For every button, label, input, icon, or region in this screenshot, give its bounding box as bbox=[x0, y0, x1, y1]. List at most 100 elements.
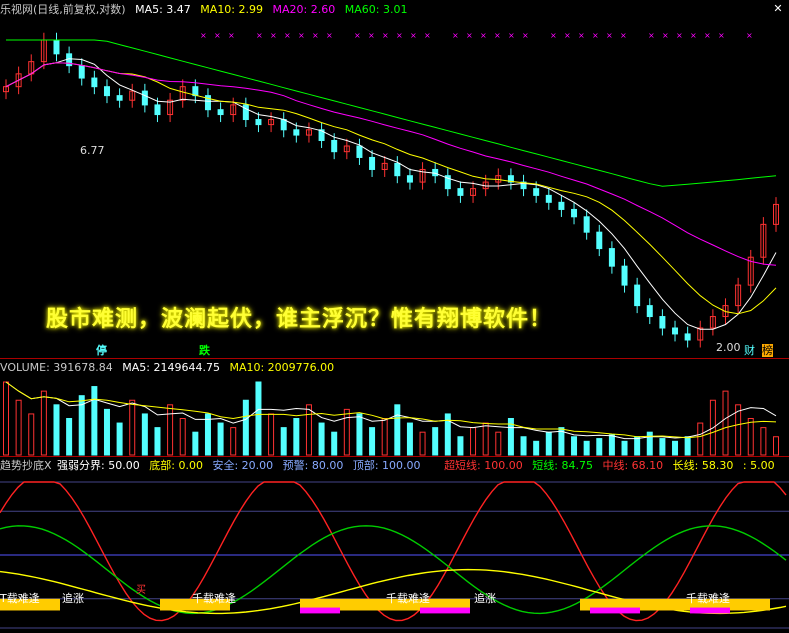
candle-body bbox=[583, 216, 590, 233]
candle-body bbox=[406, 175, 413, 183]
candle-body bbox=[154, 104, 161, 116]
volume-bar bbox=[154, 427, 161, 456]
volume-bar bbox=[596, 438, 603, 456]
volume-bar bbox=[293, 418, 300, 456]
signal-marker: × bbox=[718, 31, 725, 40]
candle-body bbox=[659, 316, 666, 329]
volume-bar bbox=[381, 418, 388, 456]
candle-body bbox=[533, 188, 540, 196]
signal-marker: × bbox=[410, 31, 417, 40]
high-price-label: 6.77 bbox=[80, 144, 105, 157]
candle-body bbox=[596, 231, 603, 250]
volume-bar bbox=[684, 436, 691, 456]
signal-marker: × bbox=[424, 31, 431, 40]
candle-body bbox=[78, 65, 85, 79]
stop-label: 停 bbox=[96, 344, 107, 357]
volume-bar bbox=[571, 436, 578, 456]
volume-bar bbox=[533, 440, 540, 456]
signal-marker: × bbox=[256, 31, 263, 40]
volume-bar bbox=[53, 404, 60, 456]
signal-marker: × bbox=[326, 31, 333, 40]
volume-bar bbox=[116, 422, 123, 456]
volume-bar bbox=[608, 434, 615, 456]
buy-label: 买 bbox=[136, 585, 146, 596]
volume-bar bbox=[318, 422, 325, 456]
candle-body bbox=[293, 129, 300, 136]
volume-bar bbox=[204, 413, 211, 456]
signal-marker: × bbox=[648, 31, 655, 40]
volume-bar bbox=[672, 440, 679, 456]
volume-bar bbox=[722, 390, 729, 456]
fall-label: 跌 bbox=[199, 344, 210, 357]
t-label-2: 千载难逢 bbox=[386, 592, 430, 605]
volume-bar bbox=[242, 399, 249, 456]
volume-bar bbox=[167, 404, 174, 456]
volume-bar bbox=[3, 381, 9, 456]
signal-marker: × bbox=[312, 31, 319, 40]
signal-marker: × bbox=[564, 31, 571, 40]
cai-label: 财 bbox=[744, 344, 755, 357]
volume-bar bbox=[331, 431, 338, 456]
signal-marker: × bbox=[200, 31, 207, 40]
volume-bar bbox=[129, 399, 136, 456]
dip-block bbox=[300, 607, 340, 614]
dip-block bbox=[590, 607, 640, 614]
candle-body bbox=[116, 95, 123, 101]
volume-bar bbox=[40, 390, 47, 456]
signal-marker: × bbox=[522, 31, 529, 40]
volume-bar bbox=[369, 427, 376, 456]
volume-bar bbox=[495, 431, 502, 456]
candle-body bbox=[242, 104, 249, 121]
candle-body bbox=[356, 145, 363, 158]
candle-body bbox=[394, 162, 401, 177]
low-price-label: 2.00 bbox=[716, 341, 741, 354]
candle-body bbox=[53, 39, 60, 55]
volume-bar bbox=[659, 438, 666, 456]
bang-label: 榜 bbox=[762, 344, 773, 357]
promo-banner: 股市难测，波澜起伏，谁主浮沉？惟有翔博软件！ bbox=[46, 306, 553, 332]
candle-body bbox=[91, 77, 98, 88]
signal-marker: × bbox=[382, 31, 389, 40]
signal-marker: × bbox=[466, 31, 473, 40]
ma20-line bbox=[5, 62, 777, 266]
volume-bar bbox=[760, 427, 767, 456]
volume-bar bbox=[141, 413, 148, 456]
volume-bar bbox=[305, 404, 312, 456]
volume-bar bbox=[621, 440, 628, 456]
signal-marker: × bbox=[214, 31, 221, 40]
signal-marker: × bbox=[452, 31, 459, 40]
volume-bar bbox=[419, 431, 426, 456]
candle-body bbox=[558, 201, 565, 210]
volume-bar bbox=[91, 386, 98, 456]
t-label-3: 千载难逢 bbox=[686, 592, 730, 605]
candle-body bbox=[621, 265, 628, 286]
signal-marker: × bbox=[578, 31, 585, 40]
candle-body bbox=[608, 248, 615, 267]
signal-marker: × bbox=[270, 31, 277, 40]
volume-bar bbox=[646, 431, 653, 456]
volume-bar bbox=[697, 422, 704, 456]
volume-bar bbox=[457, 436, 464, 456]
volume-bar bbox=[482, 422, 489, 456]
chase-label-2: 追涨 bbox=[474, 592, 496, 605]
candle-body bbox=[255, 119, 262, 126]
t-sell-label: T载难逢 bbox=[0, 592, 40, 605]
volume-bar bbox=[280, 427, 287, 456]
volume-bar bbox=[230, 427, 237, 456]
candle-body bbox=[634, 284, 641, 307]
volume-bar bbox=[634, 436, 641, 456]
volume-bar bbox=[520, 436, 527, 456]
volume-bar bbox=[394, 404, 401, 456]
volume-bar bbox=[192, 431, 199, 456]
signal-marker: × bbox=[746, 31, 753, 40]
volume-bar bbox=[432, 427, 439, 456]
signal-marker: × bbox=[704, 31, 711, 40]
signal-marker: × bbox=[480, 31, 487, 40]
signal-marker: × bbox=[298, 31, 305, 40]
signal-marker: × bbox=[228, 31, 235, 40]
volume-bar bbox=[343, 408, 350, 456]
t-label-1: 千载难逢 bbox=[192, 592, 236, 605]
signal-marker: × bbox=[354, 31, 361, 40]
volume-bar bbox=[545, 431, 552, 456]
signal-marker: × bbox=[550, 31, 557, 40]
